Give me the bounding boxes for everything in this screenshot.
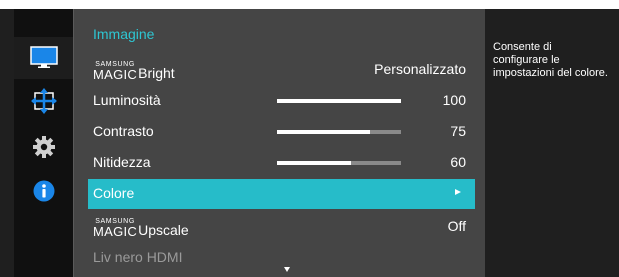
slider-fill — [277, 161, 352, 165]
menu-item-luminosita[interactable]: Luminosità 100 — [88, 86, 475, 116]
samsung-magic-logo: SAMSUNG MAGIC — [93, 61, 138, 82]
magic-bright-value: Personalizzato — [374, 61, 466, 77]
menu-item-contrasto[interactable]: Contrasto 75 — [88, 117, 475, 147]
scroll-down-arrow-icon[interactable] — [284, 267, 290, 272]
picture-menu-panel: Immagine SAMSUNG MAGIC Bright Personaliz… — [73, 9, 486, 277]
category-sidebar — [14, 9, 73, 277]
contrasto-label: Contrasto — [93, 123, 154, 139]
slider-fill — [277, 130, 370, 134]
description-text: Consente di configurare le impostazioni … — [493, 41, 608, 79]
menu-item-colore[interactable]: Colore — [88, 179, 475, 209]
menu-item-nitidezza[interactable]: Nitidezza 60 — [88, 148, 475, 178]
osd-menu: Immagine SAMSUNG MAGIC Bright Personaliz… — [0, 9, 619, 277]
info-icon[interactable] — [14, 174, 73, 208]
description-panel: Consente di configurare le impostazioni … — [485, 9, 619, 277]
colore-label: Colore — [93, 185, 135, 201]
magic-upscale-value: Off — [447, 218, 466, 234]
gear-icon[interactable] — [14, 130, 73, 164]
chevron-right-icon — [455, 189, 461, 195]
menu-title: Immagine — [93, 26, 155, 42]
liv-nero-hdmi-label: Liv nero HDMI — [93, 249, 183, 265]
samsung-magic-logo: SAMSUNG MAGIC — [93, 218, 138, 239]
luminosita-slider[interactable] — [277, 99, 401, 103]
menu-item-magic-bright[interactable]: SAMSUNG MAGIC Bright Personalizzato — [88, 55, 475, 85]
contrasto-slider[interactable] — [277, 130, 401, 134]
nitidezza-value: 60 — [450, 154, 466, 170]
slider-fill — [277, 99, 401, 103]
monitor-icon[interactable] — [14, 41, 73, 75]
contrasto-value: 75 — [450, 123, 466, 139]
nitidezza-label: Nitidezza — [93, 154, 151, 170]
menu-item-magic-upscale[interactable]: SAMSUNG MAGIC Upscale Off — [88, 212, 475, 242]
resize-arrows-icon[interactable] — [14, 84, 73, 118]
nitidezza-slider[interactable] — [277, 161, 401, 165]
luminosita-label: Luminosità — [93, 92, 161, 108]
luminosita-value: 100 — [442, 92, 466, 108]
magic-bright-label: SAMSUNG MAGIC Bright — [93, 61, 175, 82]
menu-item-liv-nero-hdmi: Liv nero HDMI — [88, 243, 475, 273]
magic-upscale-label: SAMSUNG MAGIC Upscale — [93, 218, 189, 239]
